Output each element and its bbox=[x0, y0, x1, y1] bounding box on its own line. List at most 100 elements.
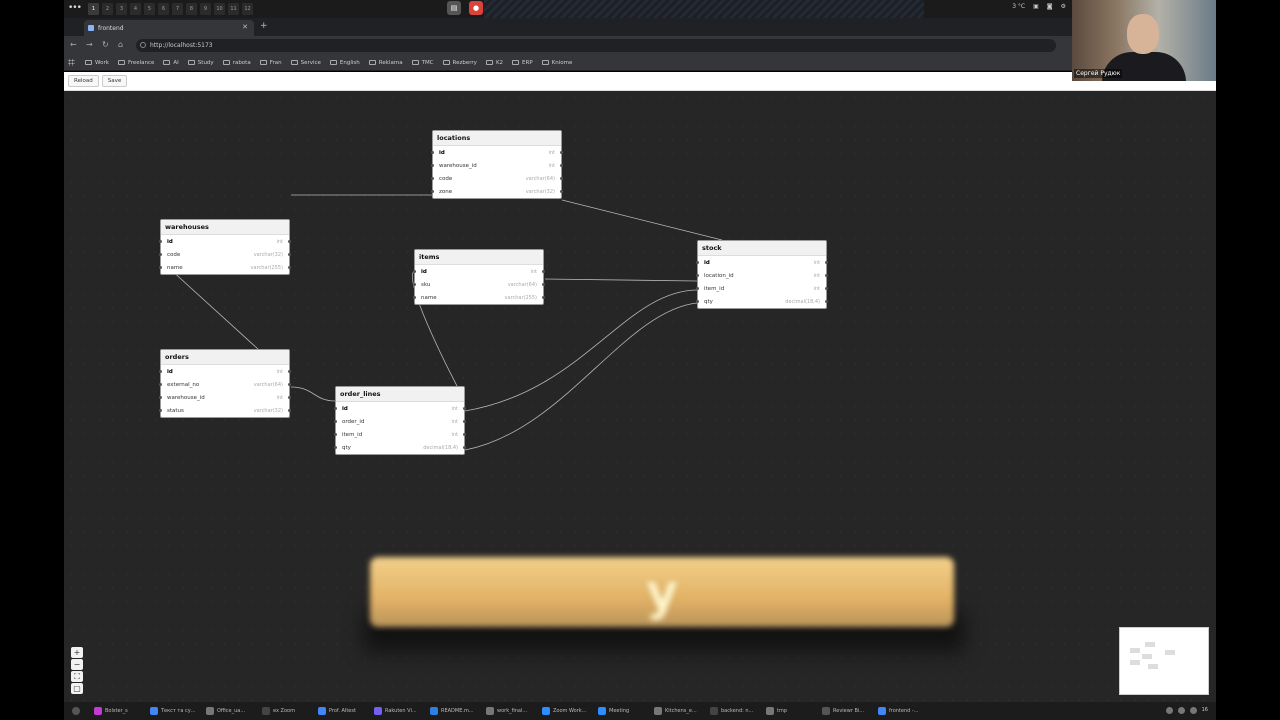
table-stock[interactable]: stock id int location_id int item_id int qty dec… bbox=[696, 240, 828, 309]
column-row[interactable]: id int bbox=[334, 402, 466, 415]
connector-handle-right[interactable] bbox=[288, 409, 291, 412]
taskbar-item[interactable]: Bolster_s bbox=[94, 707, 142, 715]
column-row[interactable]: code varchar(32) bbox=[159, 248, 291, 261]
bookmark-folder[interactable]: Reklama bbox=[368, 60, 403, 66]
connector-handle-left[interactable] bbox=[159, 253, 162, 256]
workspace-5[interactable]: 5 bbox=[144, 3, 155, 15]
column-row[interactable]: status varchar(32) bbox=[159, 404, 291, 417]
connector-handle-right[interactable] bbox=[542, 296, 545, 299]
table-header[interactable]: stock bbox=[698, 241, 826, 256]
column-row[interactable]: id int bbox=[696, 256, 828, 269]
table-warehouses[interactable]: warehouses id int code varchar(32) name varcha… bbox=[159, 219, 291, 275]
workspace-9[interactable]: 9 bbox=[200, 3, 211, 15]
connector-handle-left[interactable] bbox=[334, 407, 337, 410]
table-items[interactable]: items id int sku varchar(64) name varchar(255) bbox=[413, 249, 545, 305]
zoom-in-icon[interactable]: + bbox=[71, 647, 83, 658]
table-order-lines[interactable]: order_lines id int order_id int item_id int qty… bbox=[334, 386, 466, 455]
taskbar-item[interactable]: backend: n... bbox=[710, 707, 758, 715]
connector-handle-right[interactable] bbox=[463, 446, 466, 449]
connector-handle-left[interactable] bbox=[431, 190, 434, 193]
column-row[interactable]: location_id int bbox=[696, 269, 828, 282]
column-row[interactable]: item_id int bbox=[334, 428, 466, 441]
table-header[interactable]: warehouses bbox=[161, 220, 289, 235]
bookmark-folder[interactable]: Fran bbox=[259, 60, 282, 66]
url-field[interactable]: http://localhost:5173 bbox=[136, 39, 1056, 52]
site-info-icon[interactable] bbox=[140, 42, 146, 48]
connector-handle-right[interactable] bbox=[825, 300, 828, 303]
taskbar-item[interactable]: Kitchens_e... bbox=[654, 707, 702, 715]
taskbar-item[interactable]: Zoom Work... bbox=[542, 707, 590, 715]
column-row[interactable]: name varchar(255) bbox=[413, 291, 545, 304]
bookmark-folder[interactable]: Freelance bbox=[117, 60, 154, 66]
connector-handle-right[interactable] bbox=[825, 287, 828, 290]
bookmark-folder[interactable]: Rezberry bbox=[442, 60, 477, 66]
column-row[interactable]: item_id int bbox=[696, 282, 828, 295]
connector-handle-left[interactable] bbox=[413, 283, 416, 286]
relation-edge[interactable] bbox=[544, 278, 698, 282]
workspace-8[interactable]: 8 bbox=[186, 3, 197, 15]
connector-handle-left[interactable] bbox=[159, 370, 162, 373]
connector-handle-left[interactable] bbox=[696, 300, 699, 303]
column-row[interactable]: warehouse_id int bbox=[431, 159, 563, 172]
taskbar-item[interactable]: Meeting bbox=[598, 707, 646, 715]
taskbar-item[interactable]: work_final... bbox=[486, 707, 534, 715]
taskbar-item[interactable]: Rakuten Vi... bbox=[374, 707, 422, 715]
connector-handle-left[interactable] bbox=[413, 296, 416, 299]
column-row[interactable]: sku varchar(64) bbox=[413, 278, 545, 291]
connector-handle-left[interactable] bbox=[696, 287, 699, 290]
connector-handle-left[interactable] bbox=[431, 164, 434, 167]
bookmark-folder[interactable]: TMC bbox=[411, 60, 434, 66]
bookmark-folder[interactable]: Study bbox=[187, 60, 214, 66]
connector-handle-right[interactable] bbox=[288, 253, 291, 256]
connector-handle-right[interactable] bbox=[463, 407, 466, 410]
column-row[interactable]: external_no varchar(64) bbox=[159, 378, 291, 391]
column-row[interactable]: qty decimal(18,4) bbox=[334, 441, 466, 454]
bookmark-folder[interactable]: Service bbox=[290, 60, 321, 66]
connector-handle-right[interactable] bbox=[542, 283, 545, 286]
back-icon[interactable]: ← bbox=[70, 40, 77, 49]
settings-icon[interactable]: ⚙ bbox=[1061, 3, 1066, 10]
column-row[interactable]: id int bbox=[431, 146, 563, 159]
bookmark-folder[interactable]: K2 bbox=[485, 60, 503, 66]
column-row[interactable]: id int bbox=[159, 235, 291, 248]
column-row[interactable]: warehouse_id int bbox=[159, 391, 291, 404]
connector-handle-left[interactable] bbox=[334, 446, 337, 449]
tray-network-icon[interactable] bbox=[1165, 707, 1173, 714]
taskbar-item[interactable]: README.m... bbox=[430, 707, 478, 715]
connector-handle-left[interactable] bbox=[159, 396, 162, 399]
camera-icon[interactable]: ◙ bbox=[1047, 3, 1053, 10]
relation-edge[interactable] bbox=[290, 386, 336, 402]
reload-icon[interactable]: ↻ bbox=[102, 40, 109, 49]
connector-handle-left[interactable] bbox=[159, 240, 162, 243]
connector-handle-left[interactable] bbox=[159, 383, 162, 386]
bookmark-folder[interactable]: AI bbox=[163, 60, 179, 66]
table-orders[interactable]: orders id int external_no varchar(64) warehou… bbox=[159, 349, 291, 418]
relation-edge[interactable] bbox=[561, 199, 723, 241]
table-header[interactable]: orders bbox=[161, 350, 289, 365]
bookmark-folder[interactable]: Kniome bbox=[541, 60, 572, 66]
connector-handle-left[interactable] bbox=[413, 270, 416, 273]
connector-handle-right[interactable] bbox=[463, 433, 466, 436]
fit-view-icon[interactable]: ⛶ bbox=[71, 671, 83, 682]
column-row[interactable]: order_id int bbox=[334, 415, 466, 428]
bookmark-folder[interactable]: Work bbox=[85, 60, 109, 66]
workspace-6[interactable]: 6 bbox=[158, 3, 169, 15]
start-menu-icon[interactable] bbox=[72, 707, 86, 715]
taskbar-item[interactable]: frontend -... bbox=[878, 707, 926, 715]
bookmark-folder[interactable]: English bbox=[329, 60, 360, 66]
connector-handle-right[interactable] bbox=[288, 383, 291, 386]
connector-handle-left[interactable] bbox=[159, 409, 162, 412]
connector-handle-right[interactable] bbox=[560, 190, 563, 193]
tray-battery-icon[interactable] bbox=[1189, 707, 1197, 714]
recorder-icon[interactable]: ● bbox=[469, 1, 483, 15]
home-icon[interactable]: ⌂ bbox=[118, 40, 123, 49]
bookmark-folder[interactable]: rabota bbox=[222, 60, 251, 66]
taskbar-item[interactable]: Office_ua... bbox=[206, 707, 254, 715]
column-row[interactable]: code varchar(64) bbox=[431, 172, 563, 185]
tab-close-icon[interactable]: ✕ bbox=[242, 23, 248, 31]
relation-edge[interactable] bbox=[169, 268, 259, 350]
connector-handle-right[interactable] bbox=[288, 370, 291, 373]
apps-grid-icon[interactable] bbox=[68, 59, 75, 66]
table-header[interactable]: items bbox=[415, 250, 543, 265]
bookmark-folder[interactable]: ERP bbox=[512, 60, 533, 66]
